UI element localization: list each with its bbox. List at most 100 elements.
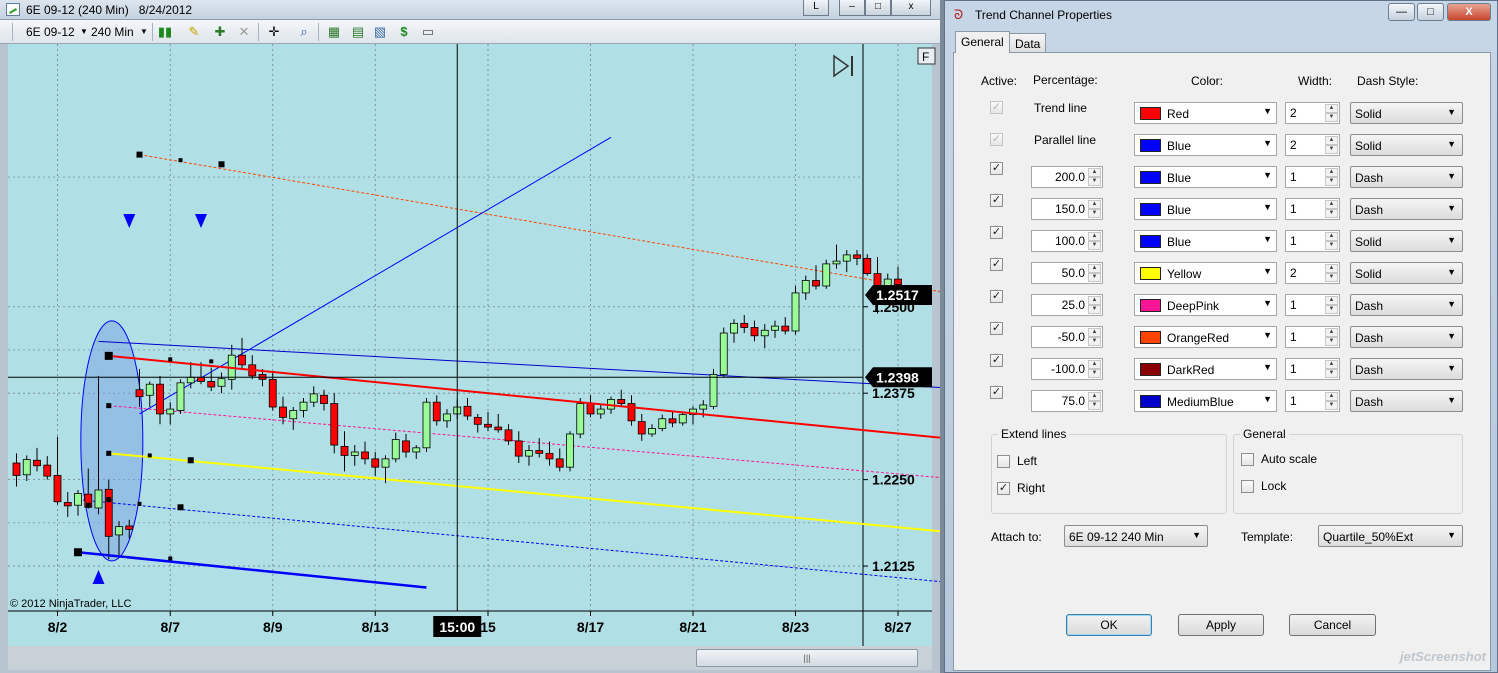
spin-down-icon[interactable]: ▼ — [1325, 113, 1338, 122]
add-indicator-icon[interactable]: ✚ — [212, 24, 228, 40]
spin-down-icon[interactable]: ▼ — [1088, 369, 1101, 378]
anchor-handle[interactable] — [74, 548, 82, 557]
spin-up-icon[interactable]: ▲ — [1325, 168, 1338, 177]
anchor-handle[interactable] — [147, 453, 152, 458]
spin-down-icon[interactable]: ▼ — [1325, 241, 1338, 250]
spin-up-icon[interactable]: ▲ — [1088, 264, 1101, 273]
tab-data[interactable]: Data — [1009, 33, 1047, 53]
anchor-handle[interactable] — [168, 556, 173, 561]
dialog-titlebar[interactable]: ᘐ Trend Channel Properties — □ X — [945, 1, 1497, 29]
chart-close-button[interactable]: x — [891, 0, 931, 16]
zoom-icon[interactable]: ⌕ — [296, 24, 312, 40]
remove-drawing-icon[interactable]: ✕ — [236, 24, 252, 40]
anchor-handle[interactable] — [85, 502, 91, 508]
anchor-handle[interactable] — [137, 501, 142, 506]
dash-style-select[interactable]: Solid ▼ — [1350, 134, 1463, 156]
dash-style-select[interactable]: Solid ▼ — [1350, 102, 1463, 124]
active-checkbox[interactable]: ✓ — [990, 354, 1003, 367]
active-checkbox[interactable]: ✓ — [990, 322, 1003, 335]
dash-style-select[interactable]: Dash ▼ — [1350, 326, 1463, 348]
chart-maximize-button[interactable]: □ — [865, 0, 891, 16]
spin-down-icon[interactable]: ▼ — [1325, 401, 1338, 410]
width-spinner[interactable]: 1 ▲ ▼ — [1285, 230, 1340, 252]
spin-down-icon[interactable]: ▼ — [1088, 241, 1101, 250]
width-spinner[interactable]: 1 ▲ ▼ — [1285, 326, 1340, 348]
spin-down-icon[interactable]: ▼ — [1325, 209, 1338, 218]
extend-left-checkbox[interactable] — [997, 455, 1010, 468]
spin-down-icon[interactable]: ▼ — [1088, 177, 1101, 186]
dialog-maximize-button[interactable]: □ — [1417, 3, 1444, 21]
spin-down-icon[interactable]: ▼ — [1088, 337, 1101, 346]
width-spinner[interactable]: 1 ▲ ▼ — [1285, 390, 1340, 412]
anchor-handle[interactable] — [177, 504, 184, 511]
extend-right-checkbox[interactable]: ✓ — [997, 482, 1010, 495]
dash-style-select[interactable]: Dash ▼ — [1350, 294, 1463, 316]
indicators-icon[interactable]: ▤ — [350, 24, 366, 40]
active-checkbox[interactable]: ✓ — [990, 226, 1003, 239]
color-select[interactable]: Blue ▼ — [1134, 134, 1277, 156]
anchor-handle[interactable] — [218, 161, 225, 168]
color-select[interactable]: DeepPink ▼ — [1134, 294, 1277, 316]
lock-checkbox[interactable] — [1241, 480, 1254, 493]
color-select[interactable]: Blue ▼ — [1134, 198, 1277, 220]
spin-down-icon[interactable]: ▼ — [1325, 273, 1338, 282]
percentage-spinner[interactable]: 25.0 ▲ ▼ — [1031, 294, 1103, 316]
spin-down-icon[interactable]: ▼ — [1088, 273, 1101, 282]
percentage-spinner[interactable]: 200.0 ▲ ▼ — [1031, 166, 1103, 188]
pencil-draw-icon[interactable]: ✎ — [186, 24, 202, 40]
spin-up-icon[interactable]: ▲ — [1325, 392, 1338, 401]
spin-up-icon[interactable]: ▲ — [1325, 232, 1338, 241]
anchor-handle[interactable] — [106, 497, 112, 503]
spin-up-icon[interactable]: ▲ — [1325, 296, 1338, 305]
anchor-handle[interactable] — [187, 457, 194, 464]
chart-titlebar[interactable]: 6E 09-12 (240 Min) 8/24/2012 L – □ x — [0, 0, 940, 20]
spin-down-icon[interactable]: ▼ — [1325, 369, 1338, 378]
dash-style-select[interactable]: Solid ▼ — [1350, 230, 1463, 252]
active-checkbox[interactable]: ✓ — [990, 258, 1003, 271]
instrument-selector[interactable]: 6E 09-12 — [26, 25, 75, 39]
color-select[interactable]: Blue ▼ — [1134, 230, 1277, 252]
active-checkbox[interactable]: ✓ — [990, 162, 1003, 175]
spin-up-icon[interactable]: ▲ — [1088, 328, 1101, 337]
properties-icon[interactable]: ▭ — [420, 24, 436, 40]
percentage-spinner[interactable]: 100.0 ▲ ▼ — [1031, 230, 1103, 252]
apply-button[interactable]: Apply — [1178, 614, 1264, 636]
spin-up-icon[interactable]: ▲ — [1088, 168, 1101, 177]
spin-up-icon[interactable]: ▲ — [1325, 328, 1338, 337]
anchor-handle[interactable] — [209, 359, 214, 364]
dash-style-select[interactable]: Dash ▼ — [1350, 166, 1463, 188]
color-select[interactable]: DarkRed ▼ — [1134, 358, 1277, 380]
active-checkbox[interactable]: ✓ — [990, 194, 1003, 207]
anchor-handle[interactable] — [136, 151, 143, 158]
interval-selector[interactable]: 240 Min — [91, 25, 134, 39]
template-select[interactable]: Quartile_50%Ext ▼ — [1318, 525, 1463, 547]
tab-general[interactable]: General — [955, 31, 1010, 53]
color-select[interactable]: OrangeRed ▼ — [1134, 326, 1277, 348]
spin-up-icon[interactable]: ▲ — [1325, 264, 1338, 273]
anchor-handle[interactable] — [168, 357, 173, 362]
spin-down-icon[interactable]: ▼ — [1325, 305, 1338, 314]
dollar-icon[interactable]: $ — [396, 24, 412, 40]
percentage-spinner[interactable]: 150.0 ▲ ▼ — [1031, 198, 1103, 220]
chevron-down-icon[interactable]: ▼ — [76, 24, 92, 40]
dash-style-select[interactable]: Dash ▼ — [1350, 198, 1463, 220]
spin-up-icon[interactable]: ▲ — [1325, 360, 1338, 369]
width-spinner[interactable]: 2 ▲ ▼ — [1285, 102, 1340, 124]
ok-button[interactable]: OK — [1066, 614, 1152, 636]
percentage-spinner[interactable]: 50.0 ▲ ▼ — [1031, 262, 1103, 284]
chart-restore-button[interactable]: L — [803, 0, 829, 16]
spin-up-icon[interactable]: ▲ — [1088, 392, 1101, 401]
percentage-spinner[interactable]: 75.0 ▲ ▼ — [1031, 390, 1103, 412]
color-select[interactable]: Red ▼ — [1134, 102, 1277, 124]
chevron-down-icon[interactable]: ▼ — [136, 24, 152, 40]
attach-to-select[interactable]: 6E 09-12 240 Min ▼ — [1064, 525, 1208, 547]
price-chart[interactable]: 1.25001.23751.22501.21251.25171.23988/2 8… — [0, 44, 940, 646]
spin-up-icon[interactable]: ▲ — [1325, 104, 1338, 113]
auto-scale-checkbox[interactable] — [1241, 453, 1254, 466]
width-spinner[interactable]: 2 ▲ ▼ — [1285, 262, 1340, 284]
anchor-handle[interactable] — [178, 158, 183, 163]
spin-up-icon[interactable]: ▲ — [1325, 136, 1338, 145]
strategies-icon[interactable]: ▧ — [372, 24, 388, 40]
color-select[interactable]: Blue ▼ — [1134, 166, 1277, 188]
percentage-spinner[interactable]: -100.0 ▲ ▼ — [1031, 358, 1103, 380]
